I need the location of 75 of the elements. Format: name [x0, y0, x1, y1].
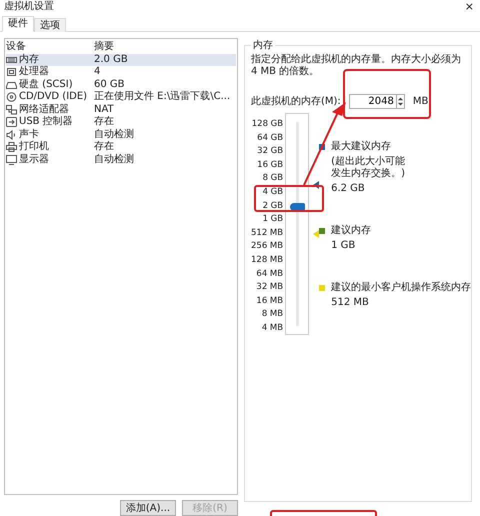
device-summary: 2.0 GB: [94, 54, 129, 66]
legend-label: 最大建议内存: [331, 141, 392, 153]
legend-label: 建议内存: [331, 225, 372, 237]
device-row[interactable]: 网络适配器 NAT: [6, 104, 236, 116]
marker-icon: [313, 180, 320, 189]
device-summary: 4: [94, 66, 102, 78]
tick-label: 8 GB: [262, 172, 284, 186]
disc-icon: [6, 92, 17, 102]
device-summary: 60 GB: [94, 78, 126, 91]
legend-value: 1 GB: [331, 240, 356, 252]
tick-label: 32 MB: [256, 281, 284, 294]
tick-label: 64 MB: [256, 268, 284, 281]
tick-label: 256 MB: [251, 240, 284, 254]
legend-label: 建议的最小客户机操作系统内存: [331, 282, 472, 294]
tick-label: 8 MB: [262, 308, 284, 322]
close-button[interactable]: ×: [464, 1, 474, 13]
tick-label: 16 GB: [257, 158, 284, 172]
usb-icon: [6, 117, 17, 128]
monitor-icon: [6, 154, 17, 165]
memory-field[interactable]: 2048: [348, 94, 397, 109]
speaker-icon: [6, 130, 17, 140]
memory-slider[interactable]: [285, 113, 310, 335]
device-summary: 自动检测: [94, 154, 135, 166]
legend-value: 6.2 GB: [331, 183, 366, 195]
device-name: 硬盘 (SCSI): [19, 78, 73, 91]
tick-label: 4 GB: [262, 186, 284, 199]
device-name: USB 控制器: [19, 116, 73, 128]
printer-icon: [6, 142, 17, 152]
legend-note: (超出此大小可能发生内存交换。): [331, 156, 406, 180]
device-name: CD/DVD (IDE): [19, 91, 88, 104]
tick-label: 4 MB: [262, 322, 284, 335]
device-row[interactable]: USB 控制器 存在: [6, 116, 236, 128]
device-row[interactable]: 处理器 4: [6, 66, 236, 78]
tick-label: 512 MB: [251, 226, 284, 240]
tick-label: 32 GB: [257, 145, 284, 158]
marker-icon: [313, 230, 320, 238]
unit-label: MB: [412, 96, 428, 108]
device-name: 内存: [19, 54, 39, 66]
device-row[interactable]: 显示器 自动检测: [6, 154, 236, 166]
device-name: 声卡: [19, 128, 39, 140]
group-title: 内存: [252, 38, 274, 52]
annotation-frame: [254, 185, 324, 212]
device-summary: 存在: [94, 116, 114, 128]
device-summary: 存在: [94, 141, 114, 154]
tick-label: 2 GB: [262, 200, 284, 213]
column-header: 摘要: [94, 41, 115, 54]
device-summary: NAT: [94, 104, 115, 116]
tab[interactable]: 硬件: [2, 16, 34, 32]
action-button[interactable]: 添加(A)...: [120, 500, 176, 516]
device-row[interactable]: 硬盘 (SCSI) 60 GB: [6, 78, 236, 91]
device-name: 打印机: [19, 141, 49, 154]
device-name: 处理器: [19, 66, 49, 78]
processor-icon: [6, 67, 17, 78]
device-row[interactable]: 声卡 自动检测: [6, 128, 236, 141]
tick-label: 16 MB: [256, 294, 284, 308]
legend-value: 512 MB: [331, 297, 370, 309]
device-row[interactable]: 内存 2.0 GB: [6, 54, 236, 66]
device-row[interactable]: 打印机 存在: [6, 141, 236, 154]
tick-label: 1 GB: [262, 213, 284, 226]
network-icon: [6, 104, 17, 115]
device-name: 网络适配器: [19, 104, 69, 116]
device-name: 显示器: [19, 154, 49, 166]
spinner-icon[interactable]: [396, 94, 405, 109]
tick-label: 128 GB: [252, 118, 284, 131]
device-summary: 正在使用文件 E:\迅雷下载\C...: [94, 91, 232, 104]
memory-icon: [6, 54, 17, 65]
tick-label: 128 MB: [251, 254, 284, 267]
tick-label: 64 GB: [257, 132, 284, 145]
column-header: 设备: [6, 41, 27, 54]
memory-description: 指定分配给此虚拟机的内存量。内存大小必须为 4 MB 的倍数。: [251, 54, 462, 78]
tab[interactable]: 选项: [34, 18, 66, 32]
device-row[interactable]: CD/DVD (IDE) 正在使用文件 E:\迅雷下载\C...: [6, 91, 236, 104]
memory-label: 此虚拟机的内存(M):: [251, 96, 341, 108]
window-title: 虚拟机设置: [4, 1, 54, 13]
device-summary: 自动检测: [94, 128, 135, 141]
